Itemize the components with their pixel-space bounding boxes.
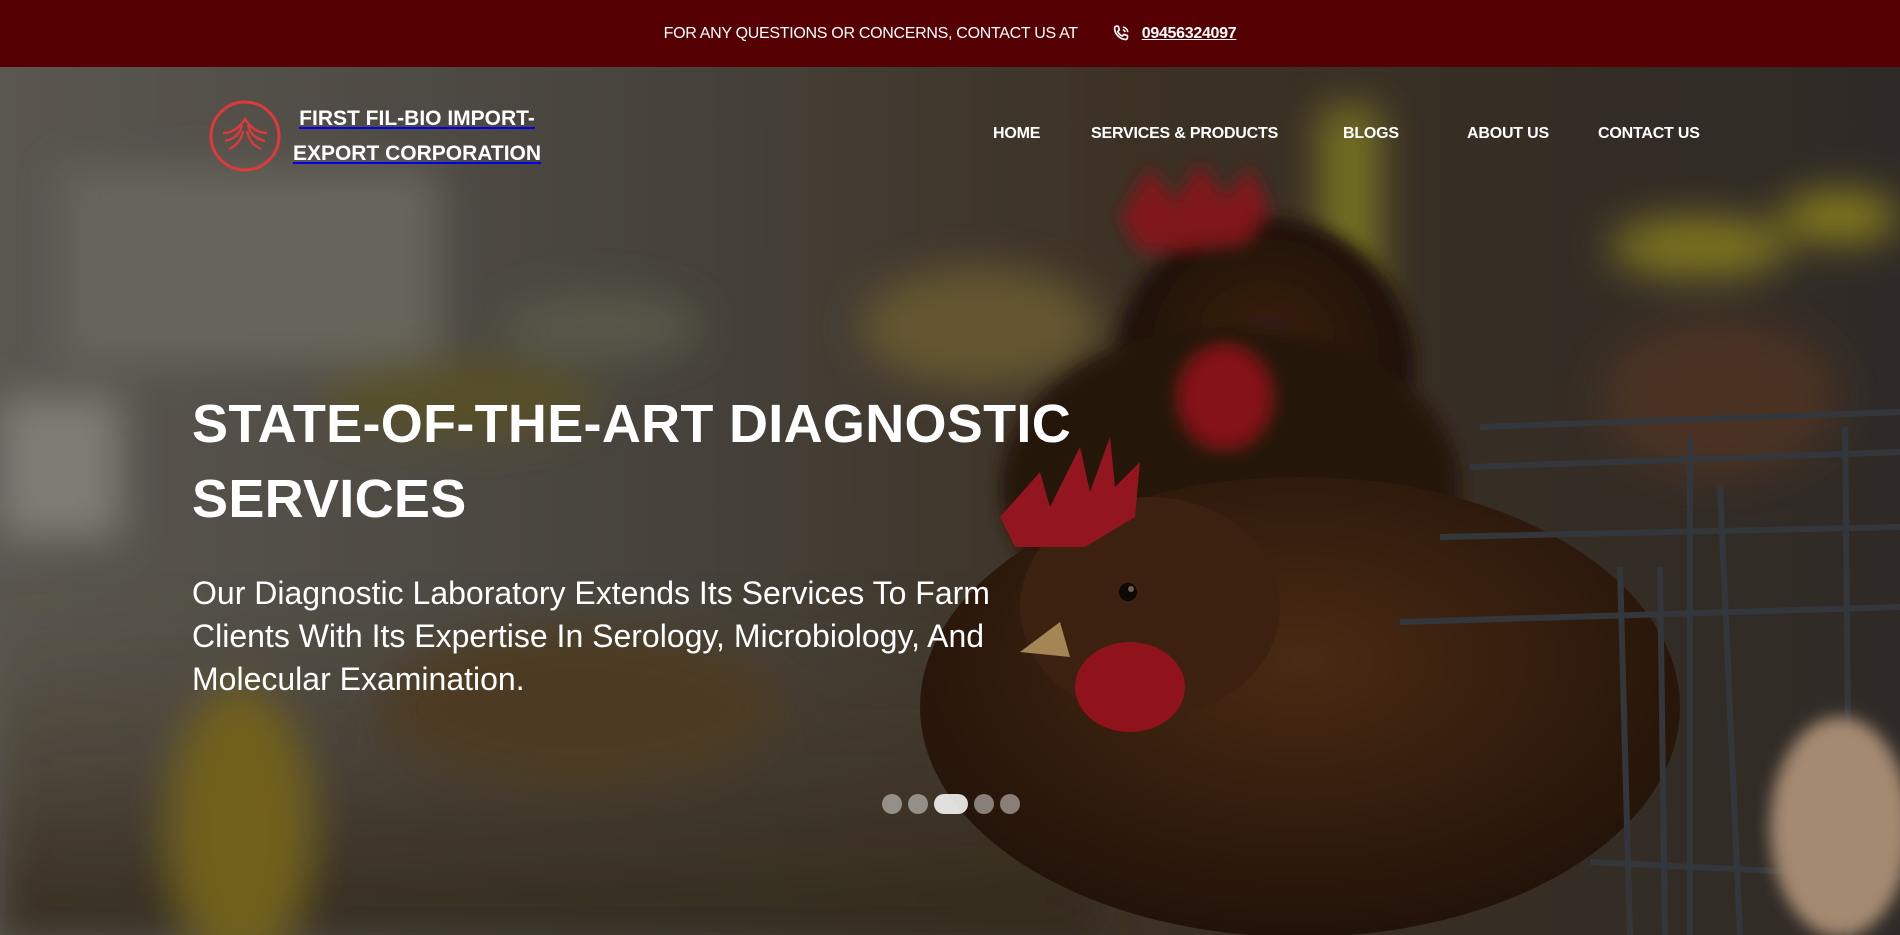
phone-icon (1110, 23, 1132, 45)
slide-dot-2[interactable] (908, 794, 928, 814)
contact-bar: FOR ANY QUESTIONS OR CONCERNS, CONTACT U… (0, 0, 1900, 67)
phone-link[interactable]: 09456324097 (1142, 25, 1237, 43)
nav-about-us[interactable]: ABOUT US (1467, 125, 1549, 143)
nav-blogs[interactable]: BLOGS (1343, 125, 1399, 143)
nav-services-products[interactable]: SERVICES & PRODUCTS (1091, 125, 1278, 143)
nav-contact-us[interactable]: CONTACT US (1598, 125, 1700, 143)
slide-dot-4[interactable] (974, 794, 994, 814)
hero-subtext: Our Diagnostic Laboratory Extends Its Se… (192, 575, 990, 697)
main-nav: HOME SERVICES & PRODUCTS BLOGS ABOUT US … (0, 125, 1900, 149)
hero-section: FIRST FIL-BIO IMPORT-EXPORT CORPORATION … (0, 67, 1900, 935)
hero-headline: STATE-OF-THE-ART DIAGNOSTIC SERVICES (192, 394, 1072, 529)
nav-home[interactable]: HOME (993, 125, 1040, 143)
contact-message: FOR ANY QUESTIONS OR CONCERNS, CONTACT U… (663, 24, 1078, 42)
slide-dot-5[interactable] (1000, 794, 1020, 814)
slider-pagination (882, 794, 1026, 814)
slide-dot-1[interactable] (882, 794, 902, 814)
slide-dot-3[interactable] (934, 794, 968, 814)
